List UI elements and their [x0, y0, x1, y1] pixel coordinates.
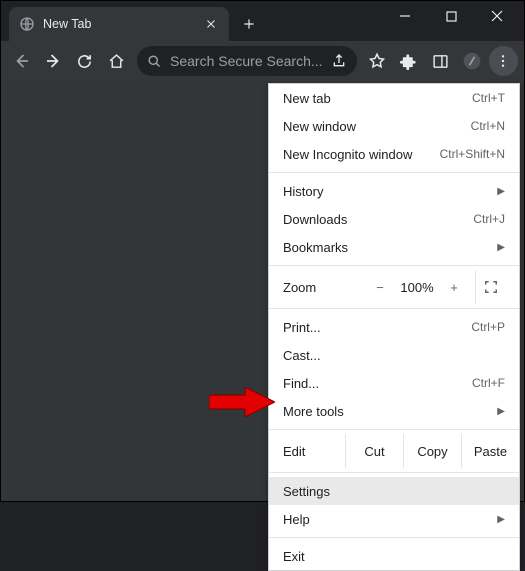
window-controls [382, 1, 520, 31]
menu-separator [269, 172, 519, 173]
menu-separator [269, 308, 519, 309]
close-tab-icon[interactable] [203, 16, 219, 32]
menu-zoom-row: Zoom − 100% + [269, 270, 519, 304]
chevron-right-icon: ▶ [497, 514, 505, 525]
menu-help[interactable]: Help ▶ [269, 505, 519, 533]
maximize-button[interactable] [428, 1, 474, 31]
zoom-out-button[interactable]: − [365, 280, 395, 295]
side-panel-icon[interactable] [426, 46, 456, 76]
address-bar-placeholder: Search Secure Search... [170, 53, 323, 69]
menu-more-tools[interactable]: More tools ▶ [269, 397, 519, 425]
menu-settings[interactable]: Settings [269, 477, 519, 505]
browser-tab[interactable]: New Tab [9, 7, 229, 41]
profile-avatar[interactable] [457, 46, 487, 76]
menu-separator [269, 472, 519, 473]
menu-separator [269, 429, 519, 430]
home-button[interactable] [102, 46, 132, 76]
toolbar: Search Secure Search... [1, 41, 524, 81]
share-icon[interactable] [331, 53, 347, 69]
minimize-button[interactable] [382, 1, 428, 31]
menu-separator [269, 537, 519, 538]
fullscreen-button[interactable] [475, 270, 505, 304]
new-tab-button[interactable] [235, 10, 263, 38]
menu-incognito[interactable]: New Incognito window Ctrl+Shift+N [269, 140, 519, 168]
back-button[interactable] [7, 46, 37, 76]
menu-edit-row: Edit Cut Copy Paste [269, 434, 519, 468]
title-bar: New Tab [1, 1, 524, 41]
globe-icon [19, 16, 35, 32]
menu-bookmarks[interactable]: Bookmarks ▶ [269, 233, 519, 261]
close-window-button[interactable] [474, 1, 520, 31]
cut-button[interactable]: Cut [345, 434, 403, 468]
forward-button[interactable] [39, 46, 69, 76]
search-icon [147, 54, 162, 69]
reload-button[interactable] [70, 46, 100, 76]
menu-find[interactable]: Find... Ctrl+F [269, 369, 519, 397]
menu-print[interactable]: Print... Ctrl+P [269, 313, 519, 341]
chevron-right-icon: ▶ [497, 406, 505, 417]
zoom-label: Zoom [283, 280, 365, 295]
address-bar[interactable]: Search Secure Search... [137, 46, 357, 76]
menu-new-tab[interactable]: New tab Ctrl+T [269, 84, 519, 112]
extensions-icon[interactable] [394, 46, 424, 76]
chevron-right-icon: ▶ [497, 242, 505, 253]
zoom-in-button[interactable]: + [439, 280, 469, 295]
menu-new-window[interactable]: New window Ctrl+N [269, 112, 519, 140]
tab-title: New Tab [43, 17, 203, 31]
menu-exit[interactable]: Exit [269, 542, 519, 570]
zoom-percent: 100% [395, 280, 439, 295]
paste-button[interactable]: Paste [461, 434, 519, 468]
chrome-menu: New tab Ctrl+T New window Ctrl+N New Inc… [268, 83, 520, 571]
bookmark-star-icon[interactable] [363, 46, 393, 76]
kebab-menu-icon[interactable] [489, 46, 519, 76]
menu-downloads[interactable]: Downloads Ctrl+J [269, 205, 519, 233]
menu-history[interactable]: History ▶ [269, 177, 519, 205]
copy-button[interactable]: Copy [403, 434, 461, 468]
menu-separator [269, 265, 519, 266]
edit-label: Edit [269, 444, 345, 459]
menu-cast[interactable]: Cast... [269, 341, 519, 369]
chevron-right-icon: ▶ [497, 186, 505, 197]
